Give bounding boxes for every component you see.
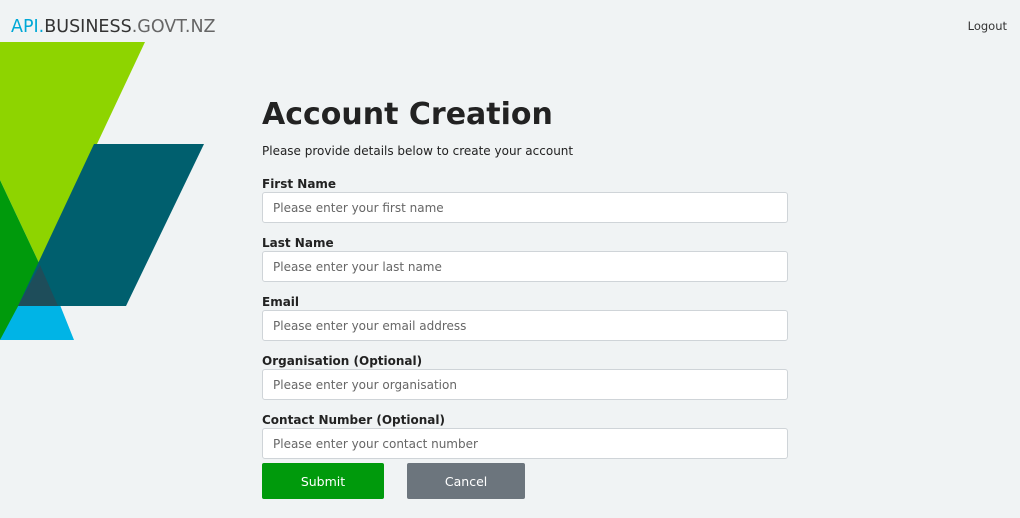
submit-button[interactable]: Submit: [262, 463, 384, 499]
brand-graphic: [0, 42, 204, 340]
logout-link[interactable]: Logout: [968, 19, 1007, 33]
contact-number-label: Contact Number (Optional): [262, 413, 445, 427]
last-name-label: Last Name: [262, 236, 334, 250]
last-name-input[interactable]: [262, 251, 788, 282]
cancel-button[interactable]: Cancel: [407, 463, 526, 499]
first-name-label: First Name: [262, 177, 337, 191]
logo-part-business: BUSINESS: [44, 17, 132, 37]
contact-number-group: Contact Number (Optional): [262, 412, 788, 459]
email-group: Email: [262, 294, 788, 341]
site-logo[interactable]: API.BUSINESS.GOVT.NZ: [11, 16, 216, 38]
first-name-input[interactable]: [262, 192, 788, 223]
page-subtitle: Please provide details below to create y…: [262, 144, 574, 158]
contact-number-input[interactable]: [262, 428, 788, 459]
organisation-input[interactable]: [262, 369, 788, 400]
organisation-group: Organisation (Optional): [262, 353, 788, 400]
organisation-label: Organisation (Optional): [262, 354, 423, 368]
logo-part-api: API.: [11, 17, 45, 37]
last-name-group: Last Name: [262, 235, 788, 282]
email-label: Email: [262, 295, 300, 309]
first-name-group: First Name: [262, 176, 788, 223]
email-input[interactable]: [262, 310, 788, 341]
form-actions: Submit Cancel: [262, 463, 526, 499]
account-creation-form: Account Creation Please provide details …: [262, 96, 788, 459]
logo-part-govt: .GOVT.NZ: [131, 17, 216, 37]
page-title: Account Creation: [262, 97, 553, 132]
